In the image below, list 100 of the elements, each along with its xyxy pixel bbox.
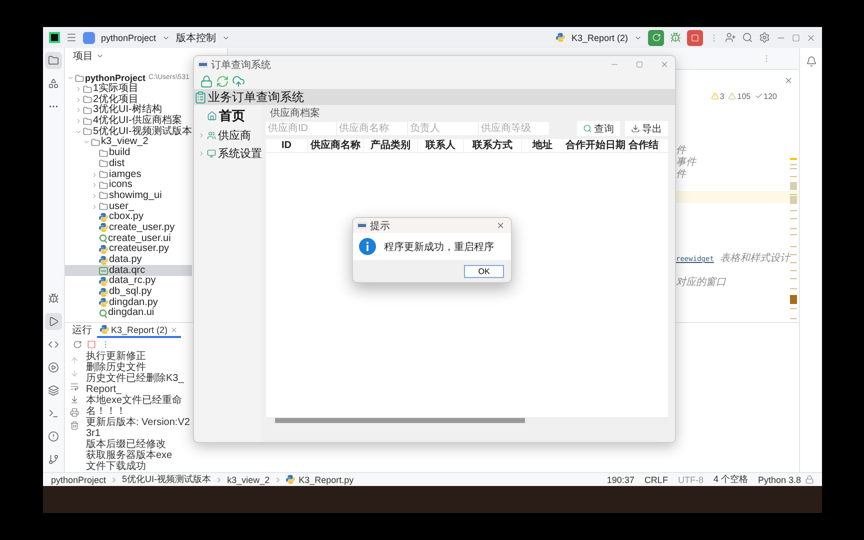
folder-icon [99,180,108,190]
column-header[interactable]: 联系方式 [464,139,522,152]
maximize-icon [636,61,642,68]
cursor-position[interactable]: 190:37 [606,474,634,484]
tree-item[interactable]: data.py [65,254,192,266]
resource-file-icon [99,266,108,275]
folder-icon [48,55,59,66]
tree-item[interactable]: dingdan.ui [65,308,192,319]
tree-item[interactable]: 4优化UI-供应商档案 [65,116,192,126]
search-icon [583,124,592,133]
tree-item[interactable]: data_rc.py [65,276,192,287]
app-icon [357,222,367,229]
python-file-icon [100,325,109,334]
play-icon [48,316,59,327]
group-title: 供应商档案 [269,109,321,119]
filter-field[interactable]: 负责人 [408,122,479,135]
console-line: 本地exe文件已经重命名！！！ [86,395,184,417]
tree-item[interactable]: create_user.py [65,222,192,234]
run-config-selector[interactable]: K3_Report (2) [571,32,628,42]
printer-icon [70,408,78,417]
app-logo-icon[interactable] [49,32,60,43]
search-button[interactable]: 查询 [577,121,620,136]
tree-item[interactable]: user_ [65,201,192,212]
breadcrumb-item[interactable]: pythonProject [51,474,106,484]
column-header[interactable]: 合作结 [628,139,660,152]
column-header[interactable]: 供应商名称 [308,139,364,152]
folder-icon [99,159,108,168]
panel-title[interactable]: 项目 [73,49,93,63]
tree-item[interactable]: db_sql.py [65,286,192,298]
code-icon [48,339,59,350]
nav-item[interactable]: 供应商 [198,128,262,143]
rerun-button[interactable] [648,30,664,46]
refresh-icon [216,74,229,88]
bug-icon [670,32,681,43]
close-icon [170,326,178,334]
play-circle-icon [48,362,59,373]
shapes-icon [48,78,59,89]
tree-item[interactable]: data.qrc [65,265,192,276]
nav-item[interactable]: 系统设置 [198,146,262,161]
bug-icon [48,293,59,304]
column-header[interactable]: ID [266,139,308,152]
ok-button[interactable]: OK [464,264,504,278]
breadcrumb-item[interactable]: 5优化UI-视频测试版本 [122,473,212,486]
download-icon [631,124,640,133]
tree-item[interactable]: iamges [65,169,192,180]
tree-item[interactable]: 3优化UI-树结构 [65,105,192,116]
inspection-count: 3 [720,92,724,100]
line-separator[interactable]: CRLF [644,474,668,484]
run-tab[interactable]: 运行 [69,323,95,338]
tree-item[interactable]: 5优化UI-视频测试版本 [65,126,192,138]
close-icon [496,221,504,230]
indent-setting[interactable]: 4 个空格 [713,473,748,486]
dialog-message: 程序更新成功，重启程序 [384,240,494,254]
tree-item[interactable]: build [65,148,192,158]
tool-window-button[interactable] [45,313,62,330]
tree-item[interactable]: createuser.py [65,244,192,255]
tree-item[interactable]: k3_view_2 [65,137,192,148]
branch-icon [48,454,59,465]
export-button[interactable]: 导出 [625,121,668,136]
chevron-down-icon [96,52,104,60]
filter-field[interactable]: 供应商等级 [479,122,550,135]
column-header[interactable]: 合作开始日期 [564,139,628,152]
scroll-end-icon [70,395,78,404]
chevron-right-icon [198,132,205,139]
python-file-icon [99,288,108,297]
filter-field[interactable]: 供应商名称 [337,122,408,135]
run-tab[interactable]: K3_Report (2) [97,323,181,338]
tool-window-button[interactable] [45,52,62,69]
stop-button[interactable] [687,30,703,46]
chevron-right-icon [198,150,205,157]
tree-item[interactable]: dist [65,158,192,170]
tree-item[interactable]: cbox.py [65,212,192,223]
folder-icon [83,84,92,94]
search-icon [742,32,753,43]
folder-icon [75,74,84,83]
stop-icon [87,340,96,348]
tree-item[interactable]: 1实际项目 [65,84,192,94]
tree-item[interactable]: create_user.ui [65,233,192,244]
python-file-icon [99,212,108,222]
breadcrumb-item[interactable]: k3_view_2 [227,474,270,484]
code-comment: 表格和样式设计 [720,253,790,264]
close-icon [660,60,668,69]
tree-item[interactable]: icons [65,180,192,191]
column-header[interactable]: 产品类别 [364,139,418,152]
column-header[interactable]: 地址 [522,139,564,152]
tree-item[interactable]: dingdan.py [65,297,192,308]
rerun-icon [73,340,82,348]
vcs-menu[interactable]: 版本控制 [176,30,216,44]
project-switcher[interactable]: pythonProject [101,32,156,42]
tree-item[interactable]: showimg_ui [65,190,192,202]
breadcrumb-item[interactable]: K3_Report.py [298,474,354,484]
folder-icon [99,148,108,158]
interpreter[interactable]: Python 3.8 [758,474,801,484]
nav-item[interactable]: 首页 [198,107,262,125]
arrow-up-icon [70,356,78,365]
check-icon [754,92,763,100]
column-header[interactable]: 联系人 [418,139,464,152]
python-file-icon [556,33,566,42]
filter-field[interactable]: 供应商ID [266,122,337,135]
users-icon [207,131,216,140]
